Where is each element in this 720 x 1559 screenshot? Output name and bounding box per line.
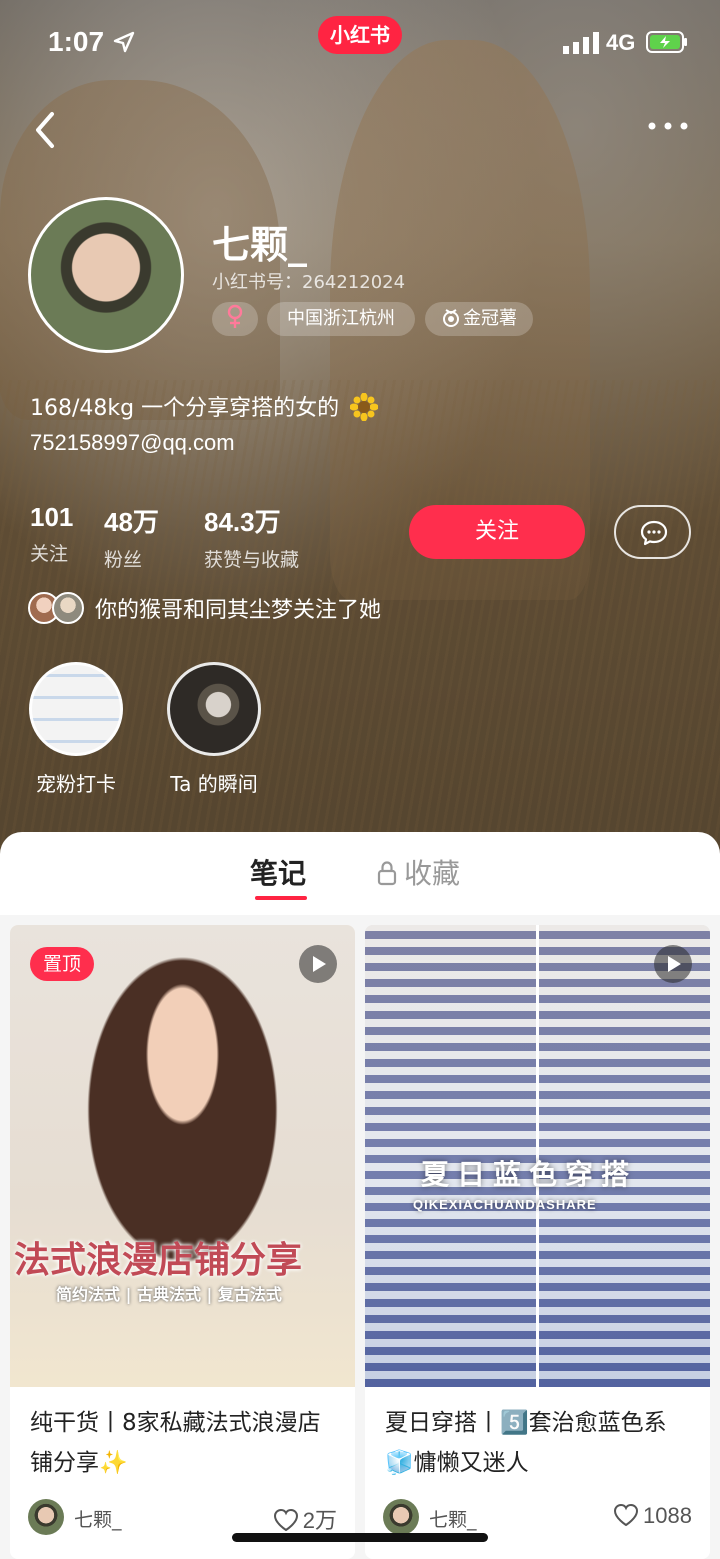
bio-line-1-text: 168/48kg 一个分享穿搭的女的 (30, 396, 340, 421)
cover-overlay-title: 法式浪漫店铺分享 (14, 1239, 303, 1281)
network-type: 4G (606, 30, 636, 55)
like-count[interactable]: 2万 (273, 1503, 337, 1535)
like-count[interactable]: 1088 (613, 1503, 692, 1529)
stat-following[interactable]: 101 关注 (30, 502, 73, 566)
note-card[interactable]: 夏日蓝色穿搭 QIKEXIACHUANDASHARE 夏日穿搭丨5️⃣套治愈蓝色… (365, 925, 710, 1559)
status-time: 1:07 (48, 26, 105, 57)
highlight-thumbnail (29, 662, 123, 756)
stat-likes-count: 84.3万 (204, 507, 281, 537)
active-tab-indicator (255, 896, 307, 900)
bio-line-2: 752158997@qq.com (30, 430, 235, 455)
profile-avatar[interactable] (28, 197, 184, 353)
heart-icon (614, 1504, 639, 1527)
profile-name: 七颗_ (212, 223, 308, 267)
chat-bubble-icon (640, 520, 668, 546)
tab-collections[interactable]: 收藏 (376, 852, 460, 892)
author-name: 七颗_ (429, 1509, 477, 1531)
video-play-icon (299, 945, 337, 983)
medal-icon (443, 308, 459, 327)
location-arrow-icon (113, 31, 135, 53)
location-tag: 中国浙江杭州 (267, 302, 415, 336)
note-card[interactable]: 置顶 法式浪漫店铺分享 简约法式 | 古典法式 | 复古法式 纯干货丨8家私藏法… (10, 925, 355, 1559)
stat-fans[interactable]: 48万 粉丝 (104, 502, 159, 572)
stat-fans-label: 粉丝 (104, 549, 143, 571)
note-title[interactable]: 夏日穿搭丨5️⃣套治愈蓝色系🧊慵懒又迷人 (385, 1403, 695, 1483)
tab-collections-label: 收藏 (404, 857, 461, 890)
award-tag-label: 金冠薯 (463, 308, 517, 329)
video-play-icon (654, 945, 692, 983)
award-tag[interactable]: 金冠薯 (425, 302, 533, 336)
tab-notes[interactable]: 笔记 (250, 852, 306, 892)
home-indicator[interactable] (232, 1533, 488, 1542)
bio-line-1: 168/48kg 一个分享穿搭的女的 (30, 390, 379, 422)
highlight-fan-checkin[interactable]: 宠粉打卡 (28, 662, 124, 797)
highlight-thumbnail (167, 662, 261, 756)
gender-tag (212, 302, 258, 336)
note-cover-image[interactable]: 夏日蓝色穿搭 QIKEXIACHUANDASHARE (365, 925, 710, 1387)
author-avatar (28, 1499, 64, 1535)
follow-button[interactable]: 关注 (409, 505, 585, 559)
mutual-avatar (52, 592, 84, 624)
more-options-icon[interactable] (646, 114, 690, 138)
pinned-badge: 置顶 (30, 947, 94, 981)
message-button[interactable] (614, 505, 691, 559)
mutual-followers-text[interactable]: 你的猴哥和同其尘梦关注了她 (95, 592, 381, 624)
highlight-label: Ta 的瞬间 (170, 772, 258, 796)
back-chevron-icon[interactable] (30, 108, 62, 152)
red-id[interactable]: 小红书号：264212024 (212, 268, 405, 294)
cover-overlay-subtitle: 简约法式 | 古典法式 | 复古法式 (56, 1285, 282, 1304)
signal-icon (563, 32, 599, 54)
cover-overlay-title: 夏日蓝色穿搭 (421, 1158, 638, 1191)
stat-likes-label: 获赞与收藏 (204, 549, 300, 571)
app-logo-badge: 小红书 (318, 16, 402, 54)
stat-following-count: 101 (30, 502, 74, 532)
like-count-value: 1088 (643, 1503, 692, 1528)
author-name: 七颗_ (74, 1509, 122, 1531)
stat-likes-collects[interactable]: 84.3万 获赞与收藏 (204, 502, 299, 572)
highlight-label: 宠粉打卡 (36, 772, 116, 796)
stat-following-label: 关注 (30, 543, 69, 565)
female-icon (227, 304, 243, 328)
note-title[interactable]: 纯干货丨8家私藏法式浪漫店铺分享✨ (30, 1403, 340, 1483)
cover-overlay-subtitle: QIKEXIACHUANDASHARE (413, 1197, 597, 1212)
battery-charging-icon (646, 31, 687, 53)
status-bar: 1:07 小红书 4G (0, 0, 720, 86)
note-cover-image[interactable]: 置顶 法式浪漫店铺分享 简约法式 | 古典法式 | 复古法式 (10, 925, 355, 1387)
highlight-moments[interactable]: Ta 的瞬间 (166, 662, 262, 797)
author-avatar (383, 1499, 419, 1535)
like-count-value: 2万 (302, 1508, 337, 1533)
stat-fans-count: 48万 (104, 507, 159, 537)
sunflower-icon (350, 393, 379, 421)
lock-icon (377, 861, 397, 886)
heart-icon (273, 1509, 298, 1532)
